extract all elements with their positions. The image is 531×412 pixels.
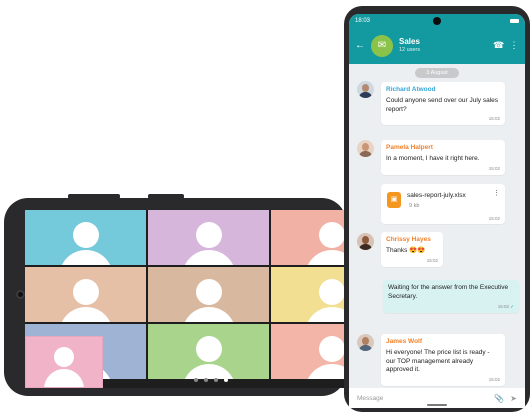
send-icon[interactable]: ➤ (510, 394, 517, 403)
page-dot[interactable] (194, 378, 198, 382)
video-tile[interactable] (25, 210, 146, 265)
message-text: In a moment, I have it right here. (386, 154, 480, 162)
message-bubble[interactable]: Richard Atwood Could anyone send over ou… (381, 82, 505, 126)
read-check-icon: ✓ (510, 303, 514, 309)
message-time: 15:02 (488, 116, 500, 122)
user-placeholder-icon (54, 347, 74, 367)
video-tile[interactable] (25, 267, 146, 322)
message-time: 15:02 (488, 165, 500, 171)
message-sender: Pamela Halpert (386, 144, 433, 151)
user-placeholder-icon (195, 222, 222, 248)
message-bubble[interactable]: Pamela Halpert In a moment, I have it ri… (381, 140, 505, 175)
chat-subtitle: 12 users (399, 46, 421, 53)
promo-stage: 18:03 ← ✉ Sales 12 users ☎ ⋮ 3 August Ri… (0, 0, 531, 412)
message-bubble[interactable]: James Wolf Hi everyone! The price list i… (381, 334, 505, 387)
message-text: Could anyone send over our July sales re… (386, 96, 499, 113)
outgoing-message-bubble[interactable]: Waiting for the answer from the Executiv… (383, 280, 519, 313)
avatar[interactable] (357, 140, 374, 157)
user-placeholder-icon (195, 279, 222, 305)
user-placeholder-icon (195, 336, 222, 362)
chat-header: ← ✉ Sales 12 users ☎ ⋮ (349, 27, 525, 64)
file-name: sales-report-july.xlsx (407, 192, 466, 199)
camera-notch (433, 17, 441, 25)
battery-icon (510, 18, 519, 23)
video-tile[interactable] (271, 324, 346, 379)
page-dot[interactable] (224, 378, 228, 382)
chat-screen: 18:03 ← ✉ Sales 12 users ☎ ⋮ 3 August Ri… (349, 14, 525, 408)
user-placeholder-icon (318, 279, 345, 305)
arrow-left-icon[interactable]: ← (355, 40, 365, 51)
message-time: 15:02 ✓ (497, 303, 514, 309)
status-time: 18:03 (355, 17, 371, 24)
message-time: 15:02 (488, 377, 500, 383)
home-indicator (427, 404, 447, 406)
phone-icon[interactable]: ☎ (493, 40, 504, 51)
message-time: 15:02 (488, 216, 500, 221)
chat-title: Sales (399, 37, 420, 47)
message-input[interactable]: Message (357, 395, 488, 402)
video-tile[interactable] (271, 267, 346, 322)
message-sender: James Wolf (386, 338, 423, 345)
avatar[interactable] (357, 81, 374, 98)
video-tile[interactable] (148, 267, 269, 322)
user-placeholder-icon (318, 336, 345, 362)
self-view-tile[interactable] (25, 336, 103, 388)
video-tile[interactable] (148, 324, 269, 379)
more-vertical-icon[interactable]: ⋮ (493, 189, 500, 197)
page-indicator (194, 378, 228, 382)
status-bar: 18:03 (349, 14, 525, 27)
avatar[interactable] (357, 233, 374, 250)
file-size: 9 kb (409, 203, 420, 209)
user-placeholder-icon (72, 222, 99, 248)
message-text: Waiting for the answer from the Executiv… (388, 284, 509, 300)
front-camera (16, 290, 25, 299)
user-placeholder-icon (318, 222, 345, 248)
video-tile[interactable] (148, 210, 269, 265)
message-bubble[interactable]: Chrissy Hayes Thanks 😍😍 15:02 (381, 232, 443, 267)
user-placeholder-icon (72, 279, 99, 305)
message-time: 15:02 (426, 257, 438, 263)
chat-bubbles-icon: ✉ (377, 40, 387, 51)
group-avatar[interactable]: ✉ (371, 34, 393, 57)
page-dot[interactable] (214, 378, 218, 382)
message-text: Thanks 😍😍 (386, 246, 426, 254)
page-dot[interactable] (204, 378, 208, 382)
document-icon: ▣ (387, 192, 401, 208)
file-attachment[interactable]: ▣ sales-report-july.xlsx 9 kb ⋮ 15:02 (381, 184, 505, 224)
video-call-screen (25, 210, 346, 388)
chat-title-block[interactable]: Sales 12 users (399, 37, 487, 53)
message-text: Hi everyone! The price list is ready - o… (386, 348, 490, 374)
date-chip: 3 August (415, 68, 459, 78)
paperclip-icon[interactable]: 📎 (494, 394, 504, 403)
video-tile[interactable] (271, 210, 346, 265)
more-vertical-icon[interactable]: ⋮ (509, 40, 519, 51)
message-sender: Chrissy Hayes (386, 236, 431, 243)
message-sender: Richard Atwood (386, 86, 436, 93)
avatar[interactable] (357, 334, 374, 351)
